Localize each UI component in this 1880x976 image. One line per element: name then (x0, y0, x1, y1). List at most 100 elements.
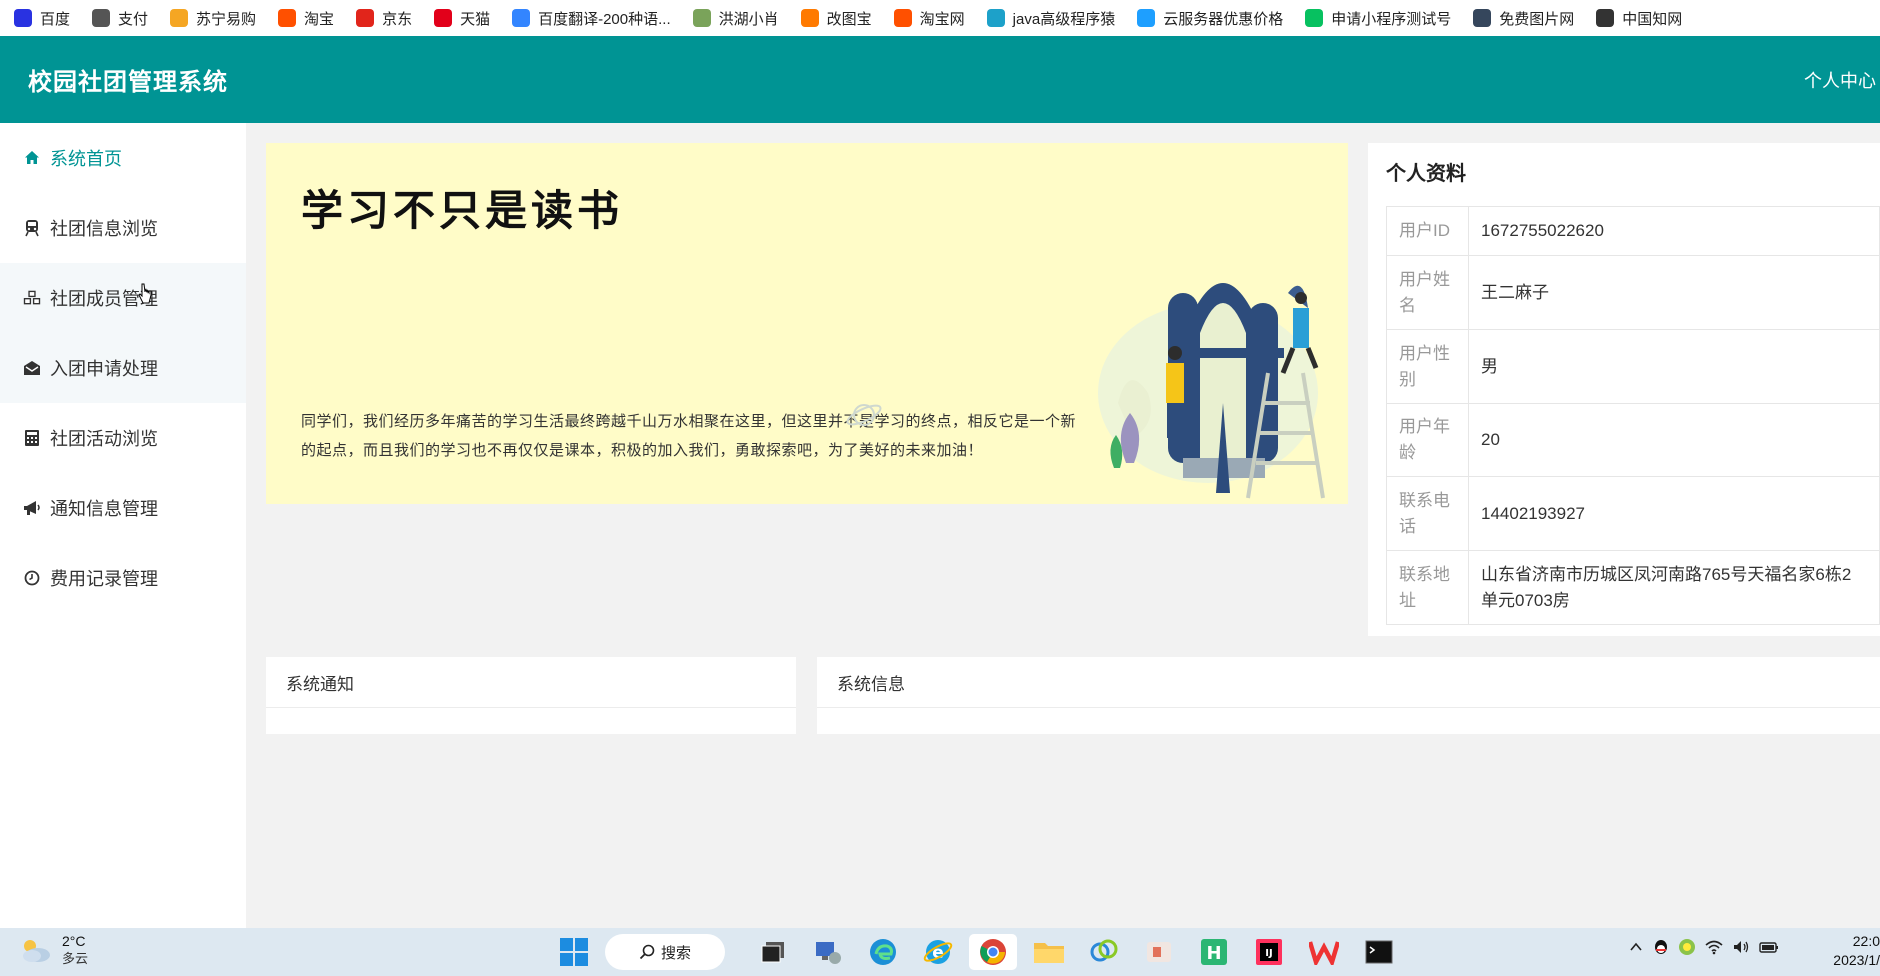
user-center-link[interactable]: 个人中心 (1804, 67, 1880, 93)
bookmark-item[interactable]: 百度 (14, 8, 70, 29)
welcome-banner: 学习不只是读书 同学们，我们经历多年痛苦的学习生活最终跨越千山万水相聚在这里，但… (266, 143, 1348, 504)
taskbar-apps: 搜索 e H IJ (546, 934, 1406, 970)
taskbar-app-chrome[interactable] (969, 934, 1017, 970)
profile-table: 用户ID 1672755022620 用户姓名 王二麻子 用户性别 男 用户年龄… (1386, 206, 1880, 625)
suning-icon (170, 9, 189, 27)
bookmark-item[interactable]: 天猫 (434, 8, 490, 29)
bookmark-item[interactable]: 百度翻译-200种语... (512, 8, 671, 29)
photos-app-icon (1090, 939, 1117, 962)
task-view-icon (761, 942, 784, 963)
windows-taskbar: 2°C 多云 搜索 e H IJ 22:0 2023/1/ (0, 928, 1880, 976)
bookmark-label: 淘宝网 (919, 10, 965, 28)
profile-value: 1672755022620 (1468, 206, 1880, 256)
taskbar-clock[interactable]: 22:0 2023/1/ (1822, 932, 1880, 970)
sidebar-item-expenses[interactable]: 费用记录管理 (0, 543, 246, 613)
ie-browser-icon: e (923, 940, 952, 964)
taskbar-app-hbuilder[interactable]: H (1186, 934, 1241, 970)
taskbar-app-network[interactable] (800, 934, 855, 970)
sidebar-item-activities[interactable]: 社团活动浏览 (0, 403, 246, 473)
taskbar-app-intellij[interactable]: IJ (1241, 934, 1296, 970)
translate-icon (512, 9, 531, 27)
sidebar: 系统首页 社团信息浏览 社团成员管理 入团申请处理 社团活动浏览 通知信息管理 (0, 123, 246, 928)
bookmark-item[interactable]: 中国知网 (1596, 8, 1682, 29)
bookmark-item[interactable]: 淘宝 (278, 8, 334, 29)
panel-title: 系统通知 (266, 657, 796, 708)
rocket-illustration (1098, 283, 1325, 499)
sidebar-item-notices[interactable]: 通知信息管理 (0, 473, 246, 543)
wps-office-icon (1308, 941, 1339, 965)
profile-row: 用户性别 男 (1386, 329, 1880, 404)
task-view-button[interactable] (745, 934, 800, 970)
panel-title: 系统信息 (817, 657, 1880, 708)
weather-condition: 多云 (62, 951, 89, 966)
jd-icon (356, 9, 375, 27)
gaitubao-icon (800, 9, 819, 27)
bookmarks-bar: 百度 支付 苏宁易购 淘宝 京东 天猫 百度翻译-200种语... 洪湖小肖 改图宝 淘宝网 jav… (0, 0, 1880, 36)
weather-widget[interactable]: 2°C 多云 (18, 932, 88, 968)
hbuilder-icon: H (1200, 939, 1227, 965)
bookmark-item[interactable]: 支付 (92, 8, 148, 29)
wifi-icon[interactable] (1705, 939, 1723, 955)
profile-row: 用户年龄 20 (1386, 403, 1880, 477)
system-info-panel: 系统信息 (817, 657, 1880, 734)
search-label: 搜索 (660, 944, 691, 962)
chevron-up-icon[interactable] (1628, 939, 1644, 955)
taskbar-app-edge[interactable] (855, 934, 910, 970)
volume-icon[interactable] (1732, 939, 1750, 955)
bookmark-item[interactable]: 淘宝网 (893, 8, 965, 29)
sidebar-item-club-info[interactable]: 社团信息浏览 (0, 193, 246, 263)
weather-temperature: 2°C (62, 933, 86, 949)
taskbar-search[interactable]: 搜索 (605, 934, 725, 970)
bookmark-item[interactable]: 云服务器优惠价格 (1137, 8, 1283, 29)
bookmark-label: 中国知网 (1622, 10, 1683, 28)
profile-row: 用户姓名 王二麻子 (1386, 255, 1880, 330)
bookmark-label: 免费图片网 (1499, 10, 1575, 28)
bookmark-item[interactable]: java高级程序猿 (986, 8, 1115, 29)
profile-row: 联系电话 14402193927 (1386, 476, 1880, 551)
bookmark-item[interactable]: 申请小程序测试号 (1305, 8, 1451, 29)
sidebar-item-members[interactable]: 社团成员管理 (0, 263, 246, 333)
taskbar-app-photos[interactable] (1076, 934, 1131, 970)
bookmark-label: 申请小程序测试号 (1331, 10, 1452, 28)
clock-date: 2023/1/ (1833, 952, 1880, 968)
profile-card: 个人资料 用户ID 1672755022620 用户姓名 王二麻子 用户性别 男… (1368, 143, 1880, 636)
sidebar-item-home[interactable]: 系统首页 (0, 123, 246, 193)
presentation-app-icon (1146, 942, 1171, 962)
app-title: 校园社团管理系统 (28, 69, 228, 96)
globe-icon (92, 9, 111, 27)
start-button[interactable] (546, 934, 601, 970)
sidebar-item-applications[interactable]: 入团申请处理 (0, 333, 246, 403)
bookmark-item[interactable]: 改图宝 (800, 8, 872, 29)
bookmark-item[interactable]: 免费图片网 (1473, 8, 1574, 29)
taobao-icon (893, 9, 912, 27)
bookmark-label: 苏宁易购 (196, 10, 257, 28)
mouse-cursor-icon (138, 283, 152, 304)
bookmark-item[interactable]: 京东 (356, 8, 412, 29)
bookmark-item[interactable]: 苏宁易购 (170, 8, 256, 29)
qq-icon[interactable] (1653, 938, 1669, 956)
taskbar-app-ie[interactable]: e (910, 934, 965, 970)
taskbar-app-terminal[interactable] (1351, 934, 1406, 970)
taskbar-app-explorer[interactable] (1021, 934, 1076, 970)
profile-key: 联系地址 (1386, 550, 1469, 625)
folder-icon (1033, 943, 1064, 963)
profile-row: 用户ID 1672755022620 (1386, 206, 1880, 256)
bookmark-label: 百度翻译-200种语... (538, 10, 671, 28)
clock-icon (22, 568, 42, 588)
wechat-tray-icon[interactable] (1678, 938, 1696, 956)
tumblr-icon (1473, 9, 1492, 27)
profile-key: 用户ID (1386, 206, 1469, 256)
bookmark-label: 云服务器优惠价格 (1163, 10, 1284, 28)
tmall-icon (434, 9, 453, 27)
taskbar-app-slides[interactable] (1131, 934, 1186, 970)
clock-time: 22:0 (1852, 933, 1880, 949)
sidebar-item-label: 通知信息管理 (50, 499, 158, 519)
edge-browser-icon (869, 939, 896, 965)
bookmark-label: 天猫 (460, 10, 491, 28)
envelope-open-icon (22, 358, 42, 378)
profile-row: 联系地址 山东省济南市历城区凤河南路765号天福名家6栋2单元0703房 (1386, 550, 1880, 625)
taskbar-app-wps[interactable] (1296, 934, 1351, 970)
chrome-browser-icon (980, 939, 1006, 965)
battery-icon[interactable] (1759, 939, 1779, 955)
bookmark-item[interactable]: 洪湖小肖 (692, 8, 779, 29)
